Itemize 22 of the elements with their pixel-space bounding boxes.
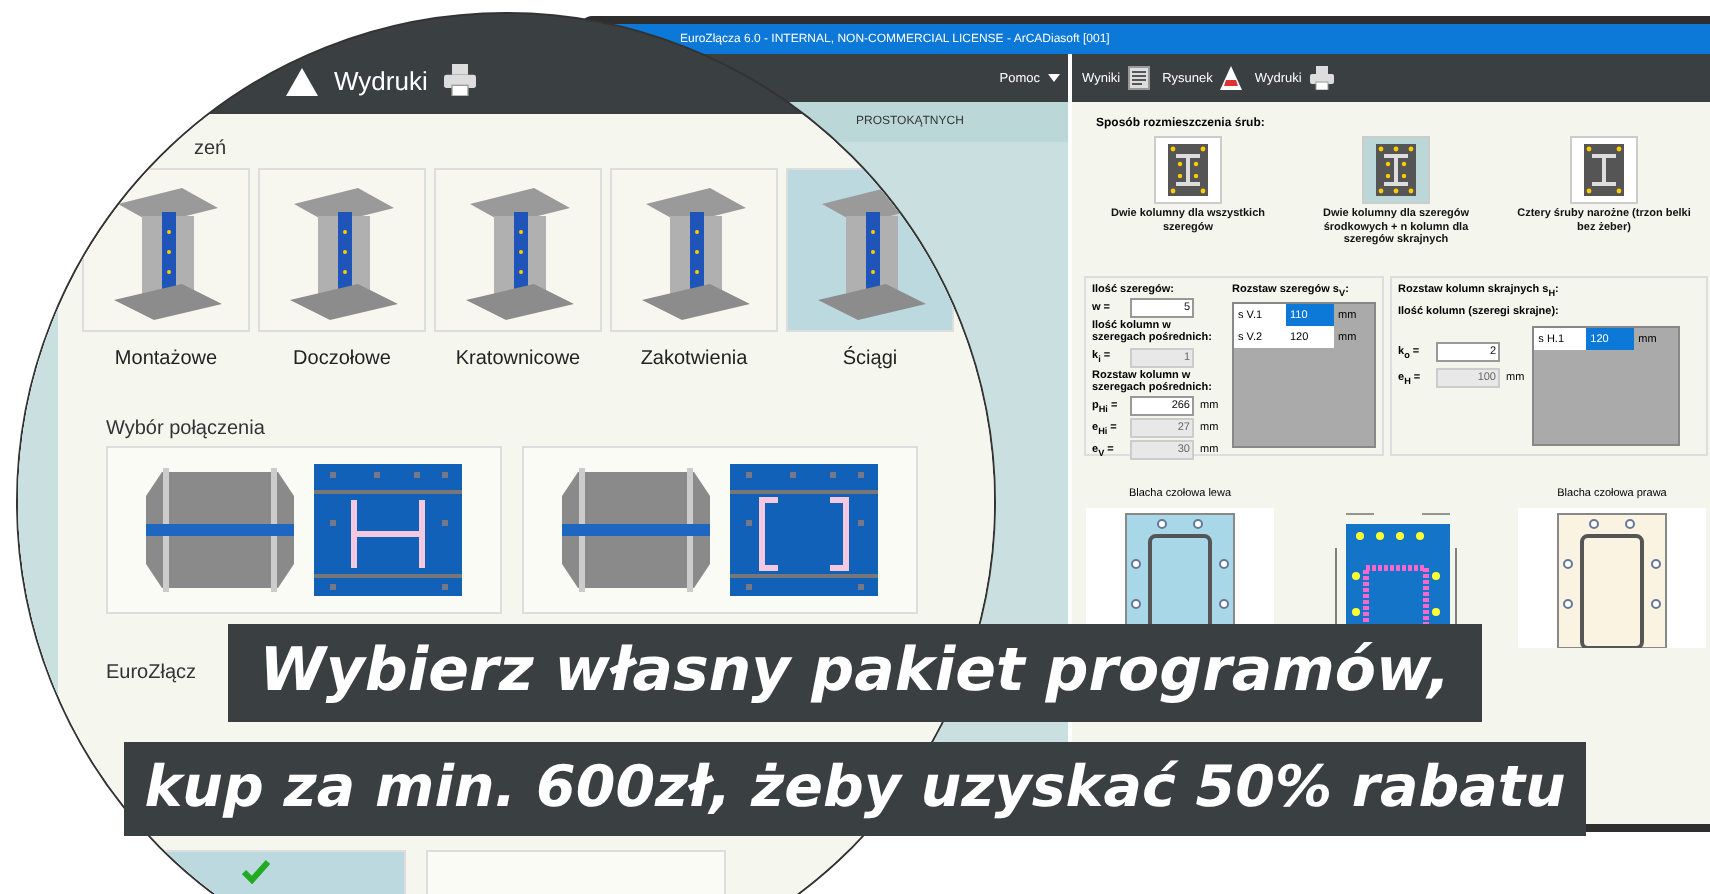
connection-option[interactable] [522, 446, 918, 614]
document-icon [1128, 66, 1151, 90]
connection-type-tile[interactable]: Zakotwienia [610, 168, 778, 370]
connection-type-tile[interactable]: Kratownicowe [434, 168, 602, 370]
section-label: zeń [194, 138, 229, 160]
section-label: Wybór połączenia [106, 418, 267, 440]
connection-type-tile[interactable]: Montażowe [82, 168, 250, 370]
caret-icon [1048, 74, 1060, 82]
toolbar-button[interactable]: Wydruki [334, 66, 428, 96]
promo-banner: kup za min. 600zł, żeby uzyskać 50% rabatu [124, 742, 1586, 836]
connection-option[interactable] [106, 446, 502, 614]
triangle-icon [286, 68, 318, 96]
promo-banner: Wybierz własny pakiet programów, [227, 624, 1483, 722]
bolt-plate-icon [1154, 136, 1222, 204]
printer-icon [1309, 66, 1334, 90]
bolt-plate-icon [1570, 136, 1638, 204]
check-icon [242, 860, 270, 884]
triangle-icon [1220, 66, 1243, 90]
section-label: EuroZłącz [106, 662, 199, 684]
printer-icon [443, 64, 476, 96]
connection-type-tile[interactable]: Doczołowe [258, 168, 426, 370]
bolt-plate-icon [1362, 136, 1430, 204]
